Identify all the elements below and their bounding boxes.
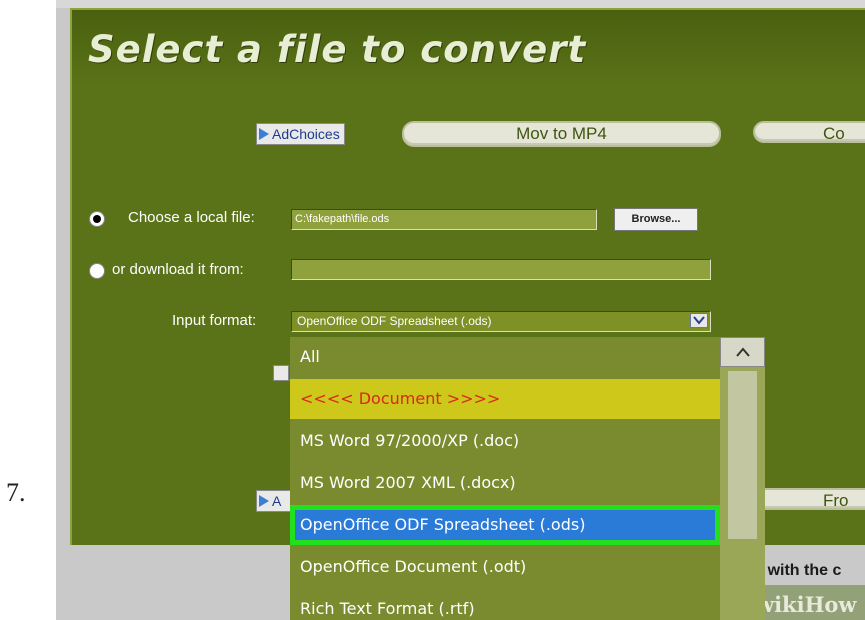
adchoices-icon xyxy=(259,495,269,508)
dropdown-option[interactable]: OpenOffice Document (.odt) xyxy=(290,547,720,587)
input-format-select[interactable]: OpenOffice ODF Spreadsheet (.ods) xyxy=(291,311,711,332)
step-number: 7. xyxy=(6,478,26,507)
input-format-label: Input format: xyxy=(172,312,257,329)
dropdown-option-selected[interactable]: OpenOffice ODF Spreadsheet (.ods) xyxy=(290,505,720,545)
adchoices-button[interactable]: AdChoices xyxy=(256,123,345,145)
dropdown-option[interactable]: All xyxy=(290,337,720,377)
download-url-input[interactable] xyxy=(291,259,711,280)
local-file-label: Choose a local file: xyxy=(128,209,255,226)
dropdown-group-header[interactable]: <<<< Document >>>> xyxy=(290,379,720,419)
wikihow-watermark: wikiHow xyxy=(756,592,857,617)
from-link-button[interactable]: Fro xyxy=(753,488,865,510)
top-strip xyxy=(56,0,865,8)
dropdown-option[interactable]: MS Word 2007 XML (.docx) xyxy=(290,463,720,503)
adchoices-bottom-label: A xyxy=(272,493,282,509)
adchoices-icon xyxy=(259,128,269,141)
download-url-radio[interactable] xyxy=(89,263,105,279)
option-checkbox[interactable] xyxy=(273,365,289,381)
input-format-dropdown-list: All <<<< Document >>>> MS Word 97/2000/X… xyxy=(290,337,765,620)
download-url-label: or download it from: xyxy=(112,261,244,278)
chevron-down-icon[interactable] xyxy=(690,313,708,328)
mov-to-mp4-button[interactable]: Mov to MP4 xyxy=(402,121,721,147)
dropdown-option[interactable]: MS Word 97/2000/XP (.doc) xyxy=(290,421,720,461)
dropdown-option[interactable]: Rich Text Format (.rtf) xyxy=(290,589,720,620)
screenshot-frame: Select a file to convert AdChoices Mov t… xyxy=(56,0,865,620)
scrollbar-thumb[interactable] xyxy=(728,371,757,539)
adchoices-label: AdChoices xyxy=(272,126,340,142)
local-file-path-input[interactable]: C:\fakepath\file.ods xyxy=(291,209,597,230)
dropdown-scrollbar[interactable] xyxy=(720,337,765,620)
local-file-radio[interactable] xyxy=(89,211,105,227)
scroll-up-button[interactable] xyxy=(720,337,765,367)
chevron-up-icon xyxy=(736,347,750,357)
browse-button[interactable]: Browse... xyxy=(614,208,698,231)
page-title: Select a file to convert xyxy=(88,28,587,71)
input-format-value: OpenOffice ODF Spreadsheet (.ods) xyxy=(297,314,492,328)
convert-link-button[interactable]: Co xyxy=(753,121,865,143)
